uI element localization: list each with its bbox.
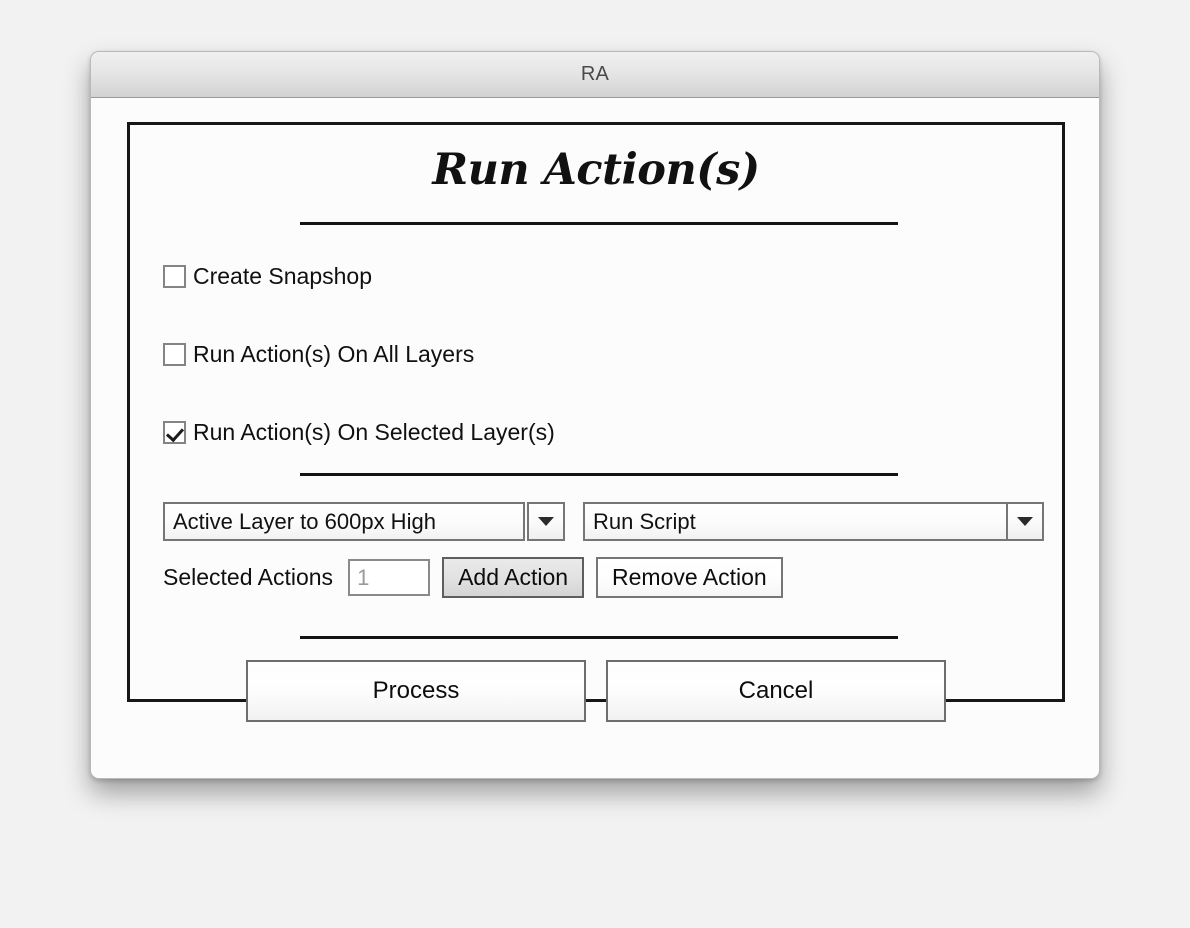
add-action-button[interactable]: Add Action <box>442 557 585 598</box>
separator-bottom <box>300 636 898 639</box>
separator-top <box>300 222 898 225</box>
run-on-all-layers-label: Run Action(s) On All Layers <box>193 340 475 367</box>
run-on-selected-layers-label: Run Action(s) On Selected Layer(s) <box>193 418 555 445</box>
checkbox-row-selected-layers[interactable]: Run Action(s) On Selected Layer(s) <box>163 419 555 445</box>
run-on-all-layers-checkbox[interactable] <box>163 342 186 366</box>
checkbox-row-create-snapshot[interactable]: Create Snapshop <box>163 263 372 289</box>
selected-actions-label: Selected Actions <box>163 564 334 590</box>
script-dropdown[interactable]: Run Script <box>583 502 1044 541</box>
application-window: RA Run Action(s) Create Snapshop Run Act… <box>90 51 1100 779</box>
action-dropdown-arrow-button[interactable] <box>527 502 565 541</box>
script-dropdown-value[interactable]: Run Script <box>583 502 1006 541</box>
separator-middle <box>300 473 898 476</box>
window-body: Run Action(s) Create Snapshop Run Action… <box>91 98 1099 778</box>
run-on-selected-layers-checkbox[interactable] <box>163 420 186 444</box>
script-dropdown-arrow-button[interactable] <box>1006 502 1044 541</box>
checkbox-row-all-layers[interactable]: Run Action(s) On All Layers <box>163 341 474 367</box>
create-snapshot-label: Create Snapshop <box>193 262 373 289</box>
footer-button-row: Process Cancel <box>246 660 946 722</box>
chevron-down-icon <box>1017 517 1033 526</box>
cancel-button[interactable]: Cancel <box>606 660 946 722</box>
dropdown-row: Active Layer to 600px High Run Script <box>163 502 1044 541</box>
action-dropdown[interactable]: Active Layer to 600px High <box>163 502 565 541</box>
selected-actions-row: Selected Actions Add Action Remove Actio… <box>163 557 783 598</box>
window-title: RA <box>580 63 610 85</box>
dialog-heading: Run Action(s) <box>432 145 760 195</box>
run-actions-panel: Run Action(s) Create Snapshop Run Action… <box>127 122 1065 722</box>
window-titlebar: RA <box>91 52 1099 98</box>
process-button[interactable]: Process <box>246 660 586 722</box>
create-snapshot-checkbox[interactable] <box>163 264 186 288</box>
selected-actions-input[interactable] <box>348 559 431 596</box>
remove-action-button[interactable]: Remove Action <box>596 557 783 598</box>
chevron-down-icon <box>538 517 554 526</box>
action-dropdown-value[interactable]: Active Layer to 600px High <box>163 502 525 541</box>
